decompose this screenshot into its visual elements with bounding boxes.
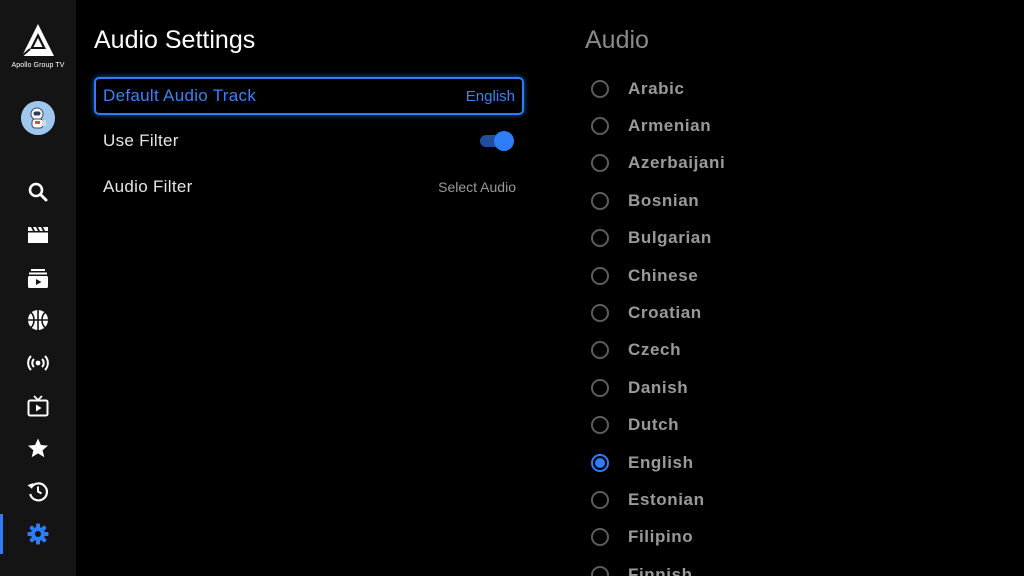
use-filter-setting[interactable]: Use Filter bbox=[94, 122, 524, 160]
setting-value: English bbox=[465, 87, 515, 105]
language-option[interactable]: Armenian bbox=[588, 107, 1008, 144]
radio-button[interactable] bbox=[591, 416, 609, 435]
language-option[interactable]: Finnish bbox=[588, 556, 1008, 576]
radio-button[interactable] bbox=[591, 191, 609, 210]
language-option[interactable]: Bosnian bbox=[588, 182, 1008, 219]
language-label: Danish bbox=[628, 377, 689, 397]
live-broadcast-icon bbox=[27, 355, 49, 371]
radio-button[interactable] bbox=[591, 79, 609, 98]
radio-button[interactable] bbox=[591, 490, 609, 509]
radio-button[interactable] bbox=[591, 304, 609, 323]
toggle-knob bbox=[494, 131, 514, 151]
language-label: Azerbaijani bbox=[628, 153, 726, 173]
radio-button[interactable] bbox=[591, 378, 609, 397]
nav-sports[interactable] bbox=[0, 300, 76, 340]
language-label: Bulgarian bbox=[628, 228, 712, 248]
nav-settings[interactable] bbox=[0, 514, 76, 554]
radio-button[interactable] bbox=[591, 565, 609, 576]
language-option[interactable]: Arabic bbox=[588, 70, 1008, 107]
nav-tv-guide[interactable] bbox=[0, 386, 76, 426]
language-label: Armenian bbox=[628, 116, 712, 136]
setting-label: Use Filter bbox=[103, 131, 179, 150]
language-option[interactable]: Czech bbox=[588, 332, 1008, 369]
sports-icon bbox=[28, 310, 48, 330]
logo-text: Apollo Group TV bbox=[11, 62, 65, 69]
nav-series[interactable] bbox=[0, 258, 76, 298]
language-label: Dutch bbox=[628, 415, 680, 435]
favorites-star-icon bbox=[28, 438, 48, 458]
language-label: Filipino bbox=[628, 527, 694, 547]
radio-button[interactable] bbox=[591, 266, 609, 285]
radio-button[interactable] bbox=[591, 528, 609, 547]
language-label: Estonian bbox=[628, 489, 705, 509]
audio-filter-setting[interactable]: Audio Filter Select Audio bbox=[94, 168, 524, 206]
language-label: Arabic bbox=[628, 78, 685, 98]
language-option[interactable]: Estonian bbox=[588, 481, 1008, 518]
radio-button[interactable] bbox=[591, 117, 609, 136]
audio-list-title: Audio bbox=[585, 26, 649, 54]
language-label: Finnish bbox=[628, 564, 693, 576]
language-label: Bosnian bbox=[628, 190, 700, 210]
language-option[interactable]: Azerbaijani bbox=[588, 145, 1008, 182]
default-audio-track-setting[interactable]: Default Audio Track English bbox=[94, 77, 524, 115]
setting-label: Default Audio Track bbox=[103, 86, 257, 105]
language-label: Czech bbox=[628, 340, 682, 360]
nav-history[interactable] bbox=[0, 471, 76, 511]
language-option[interactable]: Dutch bbox=[588, 407, 1008, 444]
page-title: Audio Settings bbox=[94, 26, 256, 54]
radio-button-selected[interactable] bbox=[591, 453, 609, 472]
language-option[interactable]: Danish bbox=[588, 369, 1008, 406]
radio-button[interactable] bbox=[591, 341, 609, 360]
language-label: English bbox=[628, 452, 694, 472]
setting-label: Audio Filter bbox=[103, 177, 193, 196]
nav-favorites[interactable] bbox=[0, 428, 76, 468]
radio-button[interactable] bbox=[591, 154, 609, 173]
language-option[interactable]: Croatian bbox=[588, 294, 1008, 331]
audio-language-list: Arabic Armenian Azerbaijani Bosnian Bulg… bbox=[588, 70, 1008, 576]
app-logo: Apollo Group TV bbox=[0, 22, 76, 69]
history-icon bbox=[27, 482, 49, 502]
use-filter-toggle[interactable] bbox=[478, 131, 514, 151]
language-option[interactable]: Bulgarian bbox=[588, 220, 1008, 257]
nav-movies[interactable] bbox=[0, 215, 76, 255]
language-label: Croatian bbox=[628, 303, 702, 323]
language-option[interactable]: English bbox=[588, 444, 1008, 481]
radio-button[interactable] bbox=[591, 229, 609, 248]
language-option[interactable]: Chinese bbox=[588, 257, 1008, 294]
movies-icon bbox=[28, 227, 48, 243]
setting-value: Select Audio bbox=[438, 179, 516, 195]
apollo-logo-icon bbox=[21, 24, 54, 57]
search-icon bbox=[28, 182, 48, 202]
language-label: Chinese bbox=[628, 265, 699, 285]
series-icon bbox=[28, 269, 48, 288]
nav-search[interactable] bbox=[0, 172, 76, 212]
settings-gear-icon bbox=[27, 523, 49, 545]
profile-avatar[interactable] bbox=[21, 101, 55, 135]
astronaut-avatar-icon bbox=[21, 101, 55, 135]
sidebar: Apollo Group TV bbox=[0, 0, 76, 576]
nav-live[interactable] bbox=[0, 343, 76, 383]
language-option[interactable]: Filipino bbox=[588, 519, 1008, 556]
tv-guide-icon bbox=[27, 395, 49, 417]
